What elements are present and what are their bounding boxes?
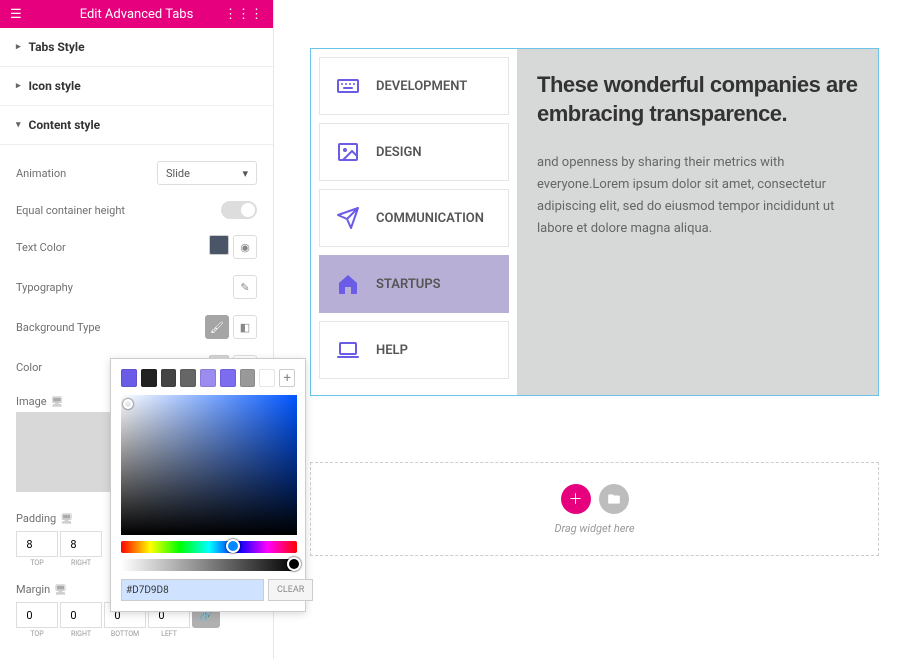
bg-classic-button[interactable]: 🖌 xyxy=(205,315,229,339)
preset-swatch[interactable] xyxy=(240,369,256,387)
hue-handle xyxy=(226,539,240,553)
alpha-handle xyxy=(287,557,301,571)
control-animation: Animation Slide▾ xyxy=(16,153,257,193)
desktop-icon[interactable]: 🖥 xyxy=(51,397,64,408)
tab-label: STARTUPS xyxy=(376,277,441,292)
saturation-picker[interactable] xyxy=(121,395,297,535)
color-picker-popover: + CLEAR xyxy=(110,358,306,612)
editor-sidebar: ☰ Edit Advanced Tabs ⋮⋮⋮ ▸Tabs Style ▸Ic… xyxy=(0,0,274,659)
preview-canvas: DEVELOPMENT DESIGN COMMUNICATION STARTUPS HE… xyxy=(274,0,915,659)
equal-height-toggle[interactable] xyxy=(221,201,257,219)
preset-swatch[interactable] xyxy=(259,369,275,387)
chevron-right-icon: ▸ xyxy=(16,42,21,52)
margin-right-input[interactable] xyxy=(60,602,102,628)
preset-swatch[interactable] xyxy=(141,369,157,387)
keyboard-icon xyxy=(336,74,360,98)
image-upload-placeholder[interactable] xyxy=(16,412,110,492)
apps-icon[interactable]: ⋮⋮⋮ xyxy=(224,7,263,22)
dropzone-text: Drag widget here xyxy=(554,522,634,535)
padding-top-input[interactable] xyxy=(16,531,58,557)
tab-content: These wonderful companies are embracing … xyxy=(517,49,878,395)
bg-gradient-button[interactable]: ◧ xyxy=(233,315,257,339)
tab-label: DEVELOPMENT xyxy=(376,79,467,94)
section-content-style[interactable]: ▾Content style xyxy=(0,106,273,145)
global-color-icon[interactable]: ◉ xyxy=(233,235,257,259)
clear-color-button[interactable]: CLEAR xyxy=(268,579,313,601)
preset-swatch[interactable] xyxy=(180,369,196,387)
edit-typography-button[interactable]: ✎ xyxy=(233,275,257,299)
home-icon xyxy=(336,272,360,296)
tab-item-startups[interactable]: STARTUPS xyxy=(319,255,509,313)
desktop-icon[interactable]: 🖥 xyxy=(60,514,73,525)
color-swatches-row: + xyxy=(121,369,295,387)
add-section-button[interactable]: ＋ xyxy=(561,484,591,514)
saturation-cursor xyxy=(123,399,133,409)
hue-slider[interactable] xyxy=(121,541,297,553)
control-text-color: Text Color ◉ xyxy=(16,227,257,267)
margin-top-input[interactable] xyxy=(16,602,58,628)
content-heading: These wonderful companies are embracing … xyxy=(537,71,858,128)
control-typography: Typography ✎ xyxy=(16,267,257,307)
send-icon xyxy=(336,206,360,230)
control-bg-type: Background Type 🖌◧ xyxy=(16,307,257,347)
text-color-swatch[interactable] xyxy=(209,235,229,255)
control-equal-height: Equal container height xyxy=(16,193,257,227)
hex-input[interactable] xyxy=(121,579,264,601)
tab-label: COMMUNICATION xyxy=(376,211,484,226)
tab-item-design[interactable]: DESIGN xyxy=(319,123,509,181)
preset-swatch[interactable] xyxy=(161,369,177,387)
desktop-icon[interactable]: 🖥 xyxy=(54,585,67,596)
tabs-list: DEVELOPMENT DESIGN COMMUNICATION STARTUPS HE… xyxy=(311,49,517,395)
tab-item-communication[interactable]: COMMUNICATION xyxy=(319,189,509,247)
panel-title: Edit Advanced Tabs xyxy=(80,7,194,22)
content-body: and openness by sharing their metrics wi… xyxy=(537,152,858,240)
add-swatch-button[interactable]: + xyxy=(279,369,295,387)
alpha-slider[interactable] xyxy=(121,559,297,571)
image-icon xyxy=(336,140,360,164)
chevron-down-icon: ▾ xyxy=(242,167,248,180)
chevron-down-icon: ▾ xyxy=(16,120,21,130)
preset-swatch[interactable] xyxy=(220,369,236,387)
preset-swatch[interactable] xyxy=(121,369,137,387)
animation-select[interactable]: Slide▾ xyxy=(157,161,257,185)
tab-item-development[interactable]: DEVELOPMENT xyxy=(319,57,509,115)
menu-icon[interactable]: ☰ xyxy=(10,7,22,22)
advanced-tabs-widget[interactable]: DEVELOPMENT DESIGN COMMUNICATION STARTUPS HE… xyxy=(310,48,879,396)
empty-section-dropzone[interactable]: ＋ Drag widget here xyxy=(310,462,879,556)
section-icon-style[interactable]: ▸Icon style xyxy=(0,67,273,106)
padding-right-input[interactable] xyxy=(60,531,102,557)
preset-swatch[interactable] xyxy=(200,369,216,387)
panel-header: ☰ Edit Advanced Tabs ⋮⋮⋮ xyxy=(0,0,273,28)
tab-label: HELP xyxy=(376,343,408,358)
template-library-button[interactable] xyxy=(599,484,629,514)
chevron-right-icon: ▸ xyxy=(16,81,21,91)
section-tabs-style[interactable]: ▸Tabs Style xyxy=(0,28,273,67)
tab-label: DESIGN xyxy=(376,145,422,160)
laptop-icon xyxy=(336,338,360,362)
tab-item-help[interactable]: HELP xyxy=(319,321,509,379)
